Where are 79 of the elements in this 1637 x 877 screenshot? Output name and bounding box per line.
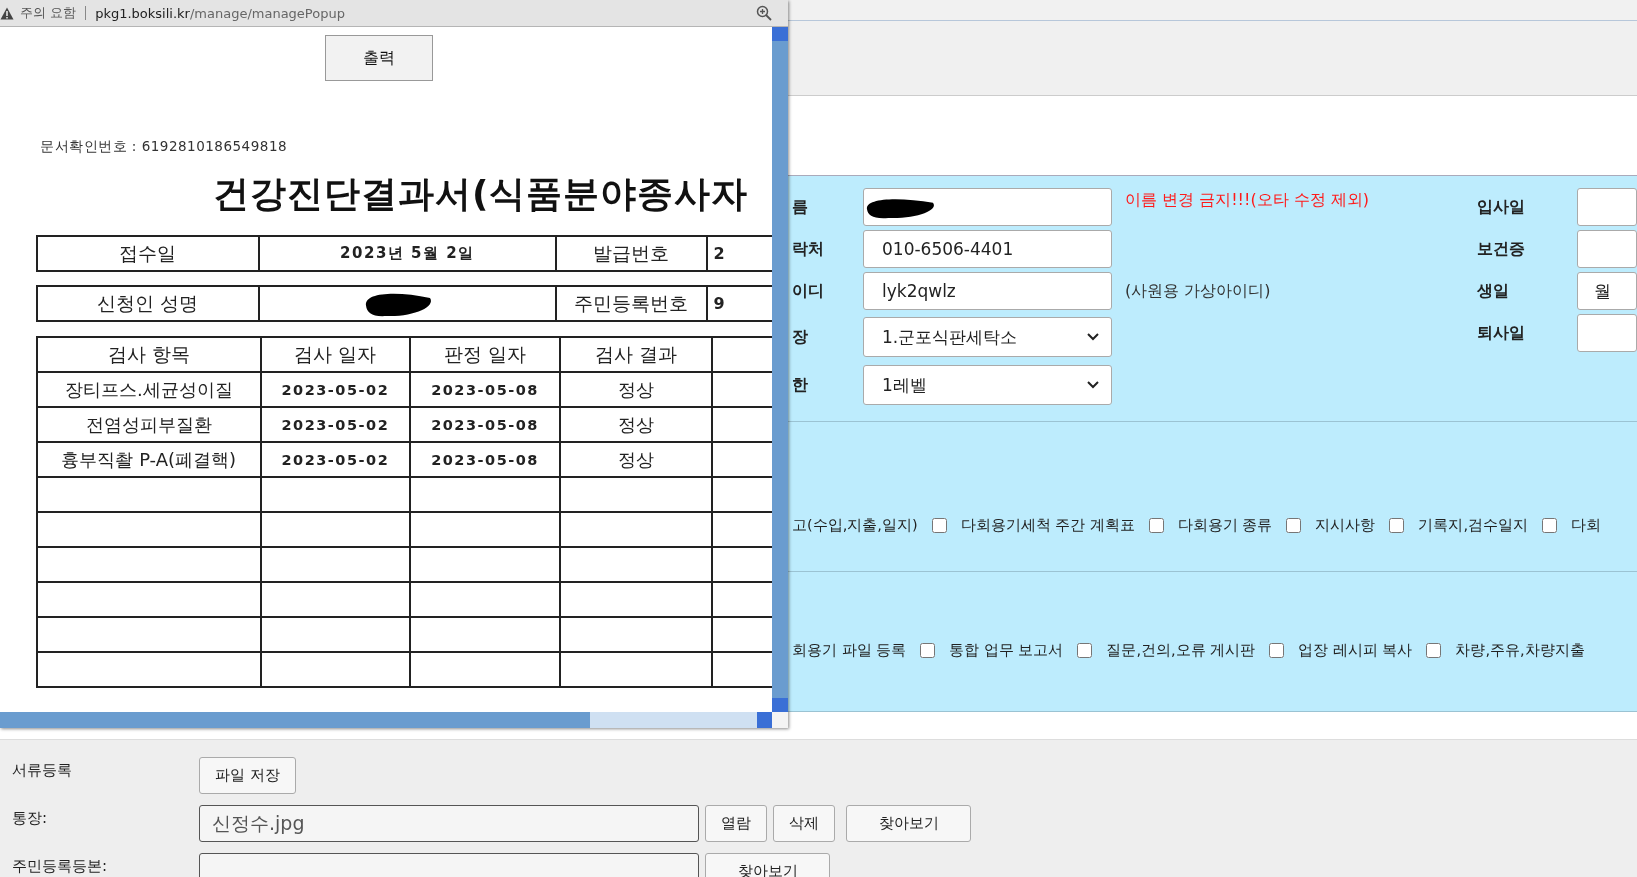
checkbox-label: 지시사항 (1315, 516, 1376, 535)
document-number: 문서확인번호 : 6192810186549818 (40, 138, 289, 156)
field-label: 입사일 (1477, 196, 1526, 218)
file-button[interactable]: 삭제 (773, 805, 835, 842)
field-label: 퇴사일 (1477, 322, 1526, 344)
field-label: 름 (792, 196, 809, 218)
warning-text: 이름 변경 금지!!!(오타 수정 제외) (1125, 190, 1370, 211)
checkbox[interactable] (920, 643, 936, 658)
table-cell: 2023-05-08 (410, 442, 560, 477)
checkbox-label: 다회 (1571, 516, 1601, 535)
save-button[interactable]: 파일 저장 (199, 757, 296, 794)
table-cell: 정상 (559, 442, 712, 477)
dropdown[interactable]: 1.군포식판세탁소 (863, 317, 1112, 357)
checkbox-label: 기록지,검수일지 (1418, 516, 1528, 535)
chevron-icon (1087, 381, 1099, 389)
zoom-icon (756, 5, 772, 21)
dropdown[interactable]: 1레벨 (863, 365, 1112, 405)
checkbox-label: 회용기 파일 등록 (792, 641, 907, 660)
column-header: 검사 일자 (260, 337, 411, 372)
table-cell: 2023년 5월 2일 (258, 236, 556, 271)
column-header: 검사 항목 (37, 337, 261, 372)
checkbox[interactable] (931, 518, 947, 533)
table-cell: 흉부직촬 P-A(폐결핵) (37, 442, 261, 477)
checkbox[interactable] (1389, 518, 1405, 533)
text-field[interactable]: 월 (1577, 272, 1637, 310)
text-field[interactable] (1577, 188, 1637, 226)
checkbox-label: 질문,건의,오류 게시판 (1106, 641, 1256, 660)
text-field[interactable]: 010-6506-4401 (863, 230, 1112, 268)
field-label: 보건증 (1477, 238, 1526, 260)
table-cell: 신청인 성명 (37, 286, 259, 321)
field-label: 락처 (792, 238, 825, 260)
table-cell: 정상 (559, 372, 712, 407)
checkbox-label: 다회용기세척 주간 계획표 (960, 516, 1135, 535)
file-field[interactable]: 신정수.jpg (199, 805, 699, 842)
checkbox[interactable] (1269, 643, 1285, 658)
text-field[interactable]: lyk2qwlz (863, 272, 1112, 310)
checkbox[interactable] (1148, 518, 1164, 533)
table-cell: 2023-05-08 (410, 372, 560, 407)
vertical-scrollbar[interactable] (772, 27, 788, 712)
url-text[interactable]: pkg1.boksili.kr/manage/managePopup (95, 5, 756, 21)
document-title: 건강진단결과서(식품분야종사자 (213, 172, 750, 216)
horizontal-scrollbar[interactable] (0, 712, 772, 728)
table-cell: 2023-05-08 (410, 407, 560, 442)
column-header: 판정 일자 (410, 337, 560, 372)
field-label: 주민등록등본: (12, 856, 109, 876)
checkbox-label: 고(수입,지출,일지) (792, 516, 918, 535)
table-cell: 접수일 (37, 236, 259, 271)
table-cell: 2023-05-02 (260, 407, 411, 442)
field-label: 통장: (12, 808, 49, 828)
table-cell: 발급번호 (555, 236, 707, 271)
section-label: 서류등록 (12, 760, 73, 780)
browse-button[interactable]: 찾아보기 (846, 805, 971, 842)
checkbox-label: 차량,주유,차량지출 (1455, 641, 1585, 660)
checkbox[interactable] (1077, 643, 1093, 658)
field-label: 한 (792, 374, 809, 396)
checkbox[interactable] (1426, 643, 1442, 658)
checkbox-label: 다회용기 종류 (1177, 516, 1273, 535)
checkbox-label: 업장 레시피 복사 (1298, 641, 1413, 660)
checkbox[interactable] (1542, 518, 1557, 533)
text-field[interactable] (1577, 230, 1637, 268)
table-cell: 2023-05-02 (260, 372, 411, 407)
table-cell: 주민등록번호 (555, 286, 707, 321)
chevron-icon (1087, 333, 1099, 341)
security-label: 주의 요함 (20, 6, 87, 20)
field-label: 이디 (792, 280, 825, 302)
file-button[interactable]: 열람 (705, 805, 767, 842)
checkbox-label: 통합 업무 보고서 (949, 641, 1064, 660)
field-label: 생일 (1477, 280, 1510, 302)
column-header: 검사 결과 (559, 337, 712, 372)
table-cell: 전염성피부질환 (37, 407, 261, 442)
print-button[interactable]: 출력 (325, 35, 433, 81)
text-field[interactable] (863, 188, 1112, 226)
text-field[interactable] (1577, 314, 1637, 352)
table-cell: 장티프스.세균성이질 (37, 372, 261, 407)
table-cell: 2023-05-02 (260, 442, 411, 477)
table-cell: 정상 (559, 407, 712, 442)
checkbox[interactable] (1286, 518, 1302, 533)
hint-text: (사원용 가상아이디) (1125, 280, 1271, 302)
field-label: 장 (792, 326, 809, 348)
